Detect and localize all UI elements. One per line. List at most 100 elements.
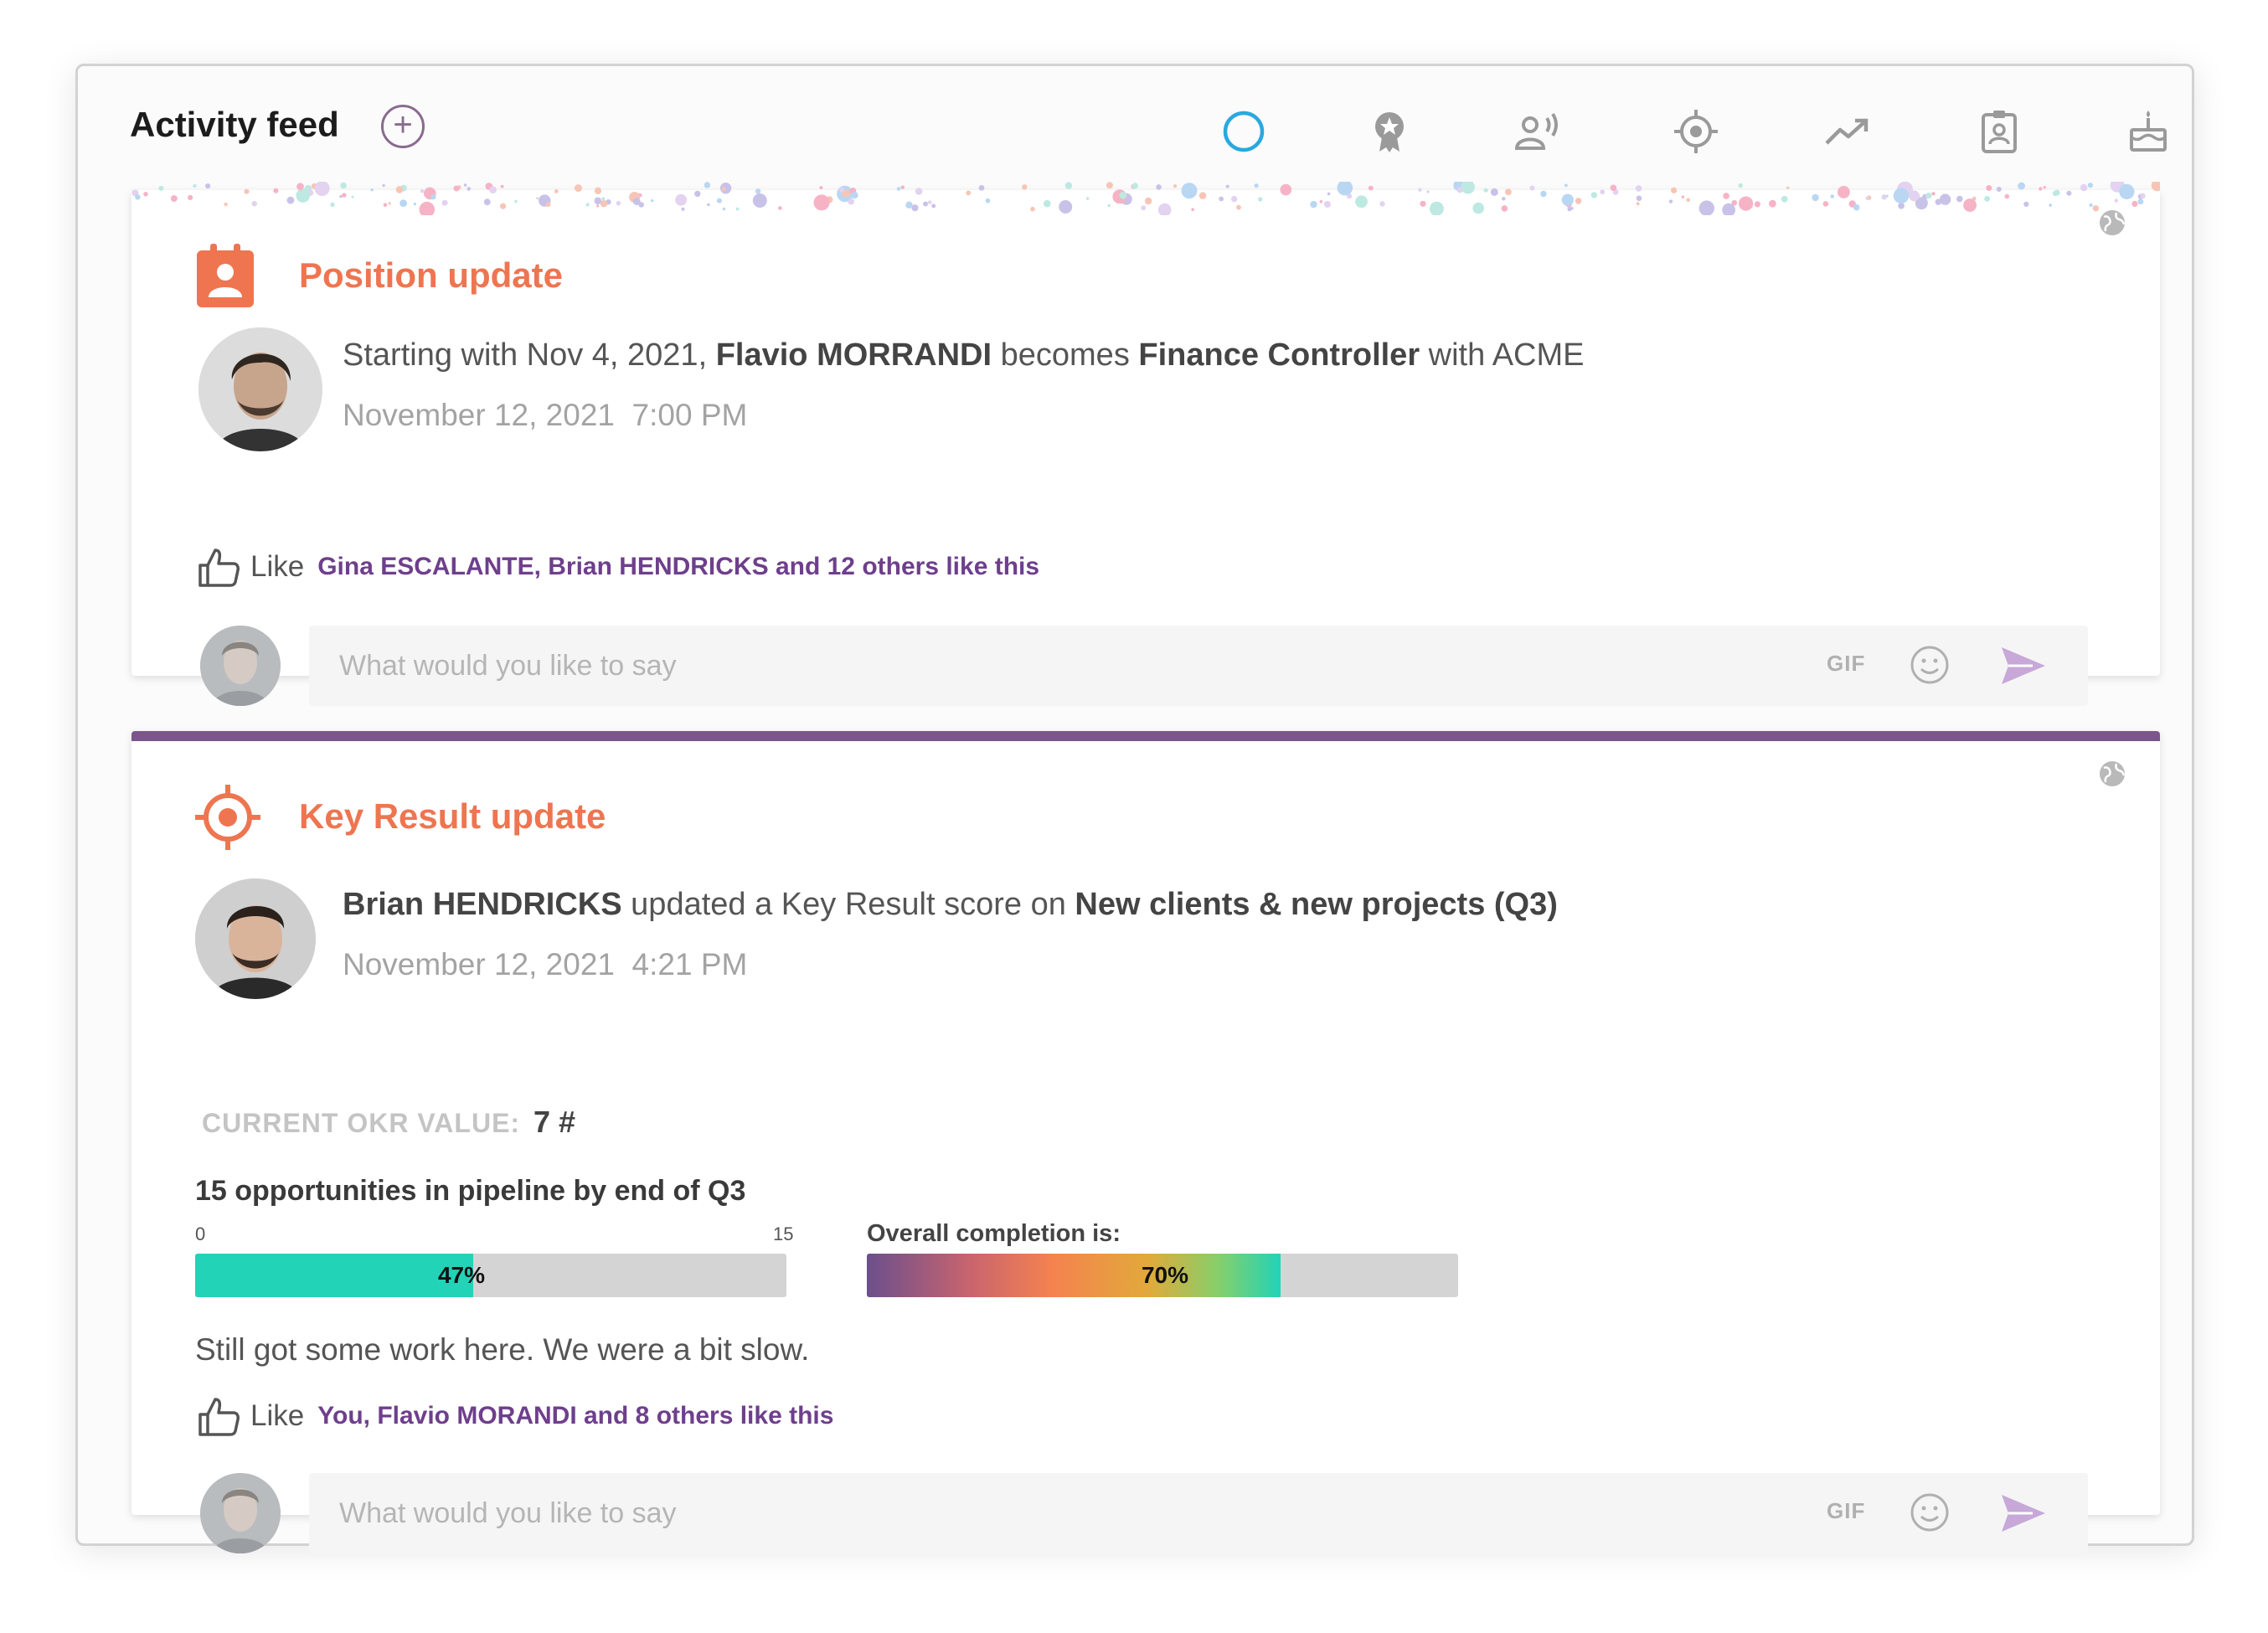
confetti-dot [1963, 198, 1977, 212]
gif-button[interactable]: GIF [1827, 651, 1865, 677]
confetti-dot [978, 185, 985, 191]
post-date: November 12, 2021 [343, 947, 615, 981]
key-result-name: 15 opportunities in pipeline by end of Q… [195, 1175, 746, 1207]
send-icon[interactable] [1999, 644, 2048, 688]
confetti-dot [188, 194, 193, 200]
cake-icon [2130, 111, 2167, 152]
id-badge-icon [1982, 111, 2017, 153]
confetti-dot [1931, 192, 1936, 196]
likes-summary-link[interactable]: Gina ESCALANTE, Brian HENDRICKS and 12 o… [317, 553, 1039, 581]
confetti-dot [1059, 200, 1073, 214]
confetti-dot [1561, 193, 1574, 206]
confetti-dot [1996, 187, 2002, 192]
filter-objectives-button[interactable] [1669, 105, 1723, 158]
filter-position-button[interactable] [1972, 105, 2026, 158]
emoji-icon[interactable] [1909, 644, 1951, 686]
confetti-dot [296, 188, 310, 203]
award-icon [1375, 112, 1404, 152]
circle-icon [1223, 111, 1265, 152]
confetti-dot [2004, 193, 2010, 199]
avatar[interactable] [198, 327, 322, 451]
likes-summary-link[interactable]: You, Flavio MORANDI and 8 others like th… [317, 1402, 833, 1430]
confetti-dot [193, 183, 197, 188]
filter-announcements-button[interactable] [1510, 105, 1564, 158]
thumbs-up-icon[interactable] [197, 1394, 240, 1438]
send-icon[interactable] [1999, 1491, 2048, 1535]
confetti-dot [1540, 190, 1547, 198]
confetti-dot [158, 185, 164, 191]
thumbs-up-icon[interactable] [197, 545, 240, 589]
id-badge-icon [197, 244, 254, 307]
confetti-dot [1590, 192, 1598, 198]
post-text: Brian HENDRICKS updated a Key Result sco… [343, 887, 1558, 923]
comment-input[interactable] [339, 626, 1763, 706]
filter-trends-button[interactable] [1820, 105, 1874, 158]
gif-button[interactable]: GIF [1827, 1498, 1865, 1524]
confetti-dot [273, 188, 279, 193]
confetti-dot [1319, 200, 1323, 203]
confetti-dot [1064, 182, 1073, 189]
confetti-dot [1461, 182, 1475, 194]
confetti-dot [413, 203, 416, 206]
post-suffix: with ACME [1428, 337, 1585, 373]
confetti-dot [1853, 203, 1860, 211]
confetti-dot [1698, 200, 1714, 215]
like-button[interactable]: Like [250, 550, 304, 584]
filter-birthdays-button[interactable] [2121, 105, 2175, 158]
confetti-dot [755, 188, 761, 194]
confetti-dot [224, 202, 228, 207]
confetti-dot [1501, 205, 1508, 212]
confetti-dot [1191, 208, 1194, 211]
post-timestamp: November 12, 2021 7:00 PM [343, 398, 747, 433]
confetti-dot [813, 194, 830, 211]
confetti-dot [1505, 188, 1512, 196]
confetti-dot [851, 192, 858, 199]
confetti-dot [2119, 183, 2135, 199]
person-name-link[interactable]: Brian HENDRICKS [343, 887, 622, 922]
confetti-dot [1610, 184, 1617, 192]
confetti-dot [694, 190, 701, 198]
filter-recognition-button[interactable] [1363, 105, 1416, 158]
confetti-dot [339, 194, 343, 198]
comment-input[interactable] [339, 1473, 1763, 1553]
confetti-dot [1156, 184, 1162, 190]
like-button[interactable]: Like [250, 1399, 304, 1433]
avatar[interactable] [195, 878, 316, 999]
confetti-dot [420, 189, 425, 193]
confetti-dot [1529, 185, 1535, 191]
confetti-dot [441, 199, 448, 206]
confetti-dot [2151, 182, 2160, 192]
person-photo-flavio [198, 327, 322, 451]
completion-fill [867, 1254, 1281, 1297]
confetti-dot [594, 197, 602, 205]
filter-all-button[interactable] [1217, 105, 1271, 158]
person-name-link[interactable]: Flavio MORRANDI [716, 337, 992, 373]
confetti-dot [1502, 197, 1506, 201]
confetti-dot [1956, 195, 1963, 203]
confetti-dot [1986, 185, 1992, 191]
confetti-dot [1119, 192, 1127, 199]
confetti-dot [554, 189, 559, 193]
confetti-dot [1671, 187, 1678, 193]
confetti-dot [1681, 195, 1685, 198]
emoji-icon[interactable] [1909, 1491, 1951, 1533]
role-name: Finance Controller [1138, 337, 1420, 373]
confetti-dot [205, 183, 211, 189]
confetti-dot [399, 199, 407, 208]
confetti-dot [1337, 182, 1353, 196]
range-max-label: 15 [773, 1223, 794, 1244]
objective-link[interactable]: New clients & new projects (Q3) [1075, 887, 1557, 922]
update-comment-text: Still got some work here. We were a bit … [195, 1332, 810, 1367]
confetti-dot [1181, 183, 1198, 199]
post-text-prefix: Starting with Nov 4, 2021, [343, 337, 708, 373]
globe-icon[interactable] [2098, 209, 2126, 237]
confetti-dot [1885, 194, 1889, 198]
confetti-dot [1379, 201, 1385, 207]
globe-icon[interactable] [2098, 760, 2126, 788]
confetti-dot [1106, 182, 1113, 189]
post-date: November 12, 2021 [343, 398, 615, 432]
range-min-label: 0 [195, 1223, 206, 1244]
completion-label: 70% [1141, 1262, 1189, 1288]
confetti-dot [1564, 183, 1568, 188]
post-verb: becomes [1000, 337, 1130, 373]
